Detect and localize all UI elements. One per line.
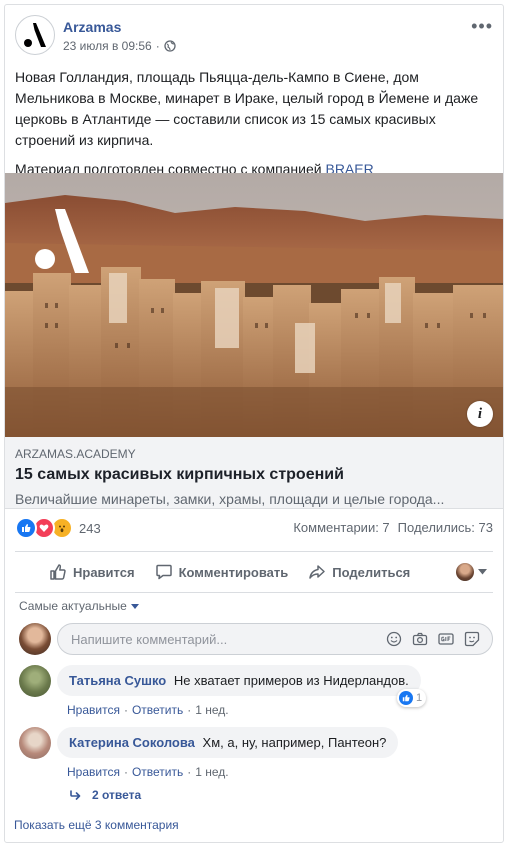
commenter-avatar[interactable]	[19, 727, 51, 759]
comment-text: Не хватает примеров из Нидерландов.	[173, 673, 409, 688]
dot-separator: ·	[123, 703, 128, 717]
comment-time[interactable]: 1 нед.	[195, 765, 228, 779]
post-header: Arzamas 23 июля в 09:56 · •••	[15, 15, 493, 55]
comment-actions: Нравится · Ответить · 1 нед.	[67, 765, 229, 779]
comments-count[interactable]: Комментарии: 7	[293, 520, 389, 535]
link-domain: ARZAMAS.ACADEMY	[15, 447, 136, 461]
city-photo	[5, 173, 503, 437]
comment-sort[interactable]: Самые актуальные	[19, 599, 139, 613]
stats-right: Комментарии: 7 Поделились: 73	[293, 520, 493, 535]
post-meta: 23 июля в 09:56 ·	[63, 39, 176, 53]
post-date[interactable]: 23 июля в 09:56	[63, 39, 152, 53]
link-preview-image[interactable]: i	[5, 173, 503, 437]
comment-like-link[interactable]: Нравится	[67, 703, 120, 717]
globe-icon	[164, 40, 176, 52]
like-button[interactable]: Нравится	[39, 556, 145, 588]
reply-arrow-icon	[70, 790, 81, 800]
audience-selector[interactable]	[456, 563, 487, 581]
reactions-summary[interactable]: 243	[15, 517, 101, 539]
share-label: Поделиться	[332, 564, 411, 580]
more-options-icon[interactable]: •••	[471, 17, 493, 35]
reactions-count: 243	[79, 520, 101, 536]
camera-icon[interactable]	[412, 631, 428, 647]
comment-label: Комментировать	[178, 564, 289, 580]
comment-like-link[interactable]: Нравится	[67, 765, 120, 779]
post-body: Новая Голландия, площадь Пьяцца-дель-Кам…	[15, 69, 479, 148]
dot-separator: ·	[187, 765, 192, 779]
caret-down-icon	[130, 603, 139, 609]
comment-composer: Напишите комментарий...	[19, 623, 493, 657]
comment-author[interactable]: Катерина Соколова	[69, 735, 195, 750]
comment-bubble: Катерина Соколова Хм, а, ну, например, П…	[57, 727, 399, 758]
dot-separator: ·	[187, 703, 192, 717]
comment-placeholder: Напишите комментарий...	[71, 632, 228, 647]
share-arrow-icon	[309, 565, 325, 579]
comment-reply-link[interactable]: Ответить	[132, 703, 183, 717]
emoji-icon[interactable]	[386, 631, 402, 647]
comment-text: Хм, а, ну, например, Пантеон?	[202, 735, 387, 750]
comment-item: Татьяна Сушко Не хватает примеров из Нид…	[19, 665, 493, 717]
post-stats: 243 Комментарии: 7 Поделились: 73	[15, 517, 493, 539]
info-icon[interactable]: i	[467, 401, 493, 427]
share-button[interactable]: Поделиться	[298, 556, 420, 588]
thumbs-up-icon	[50, 564, 66, 580]
gif-icon[interactable]	[438, 631, 454, 647]
comment-time[interactable]: 1 нед.	[195, 703, 228, 717]
arzamas-logo-icon	[24, 23, 46, 47]
link-description: Величайшие минареты, замки, храмы, площа…	[15, 491, 445, 507]
current-user-avatar	[19, 623, 51, 655]
sort-label: Самые актуальные	[19, 599, 127, 613]
link-title[interactable]: 15 самых красивых кирпичных строений	[15, 466, 493, 484]
link-preview[interactable]: ARZAMAS.ACADEMY 15 самых красивых кирпич…	[5, 437, 503, 509]
like-label: Нравится	[73, 564, 135, 580]
action-bar: Нравится Комментировать Поделиться	[15, 551, 493, 593]
comment-author[interactable]: Татьяна Сушко	[69, 673, 166, 688]
show-more-comments-link[interactable]: Показать ещё 3 комментария	[14, 818, 179, 832]
comment-bubble: Татьяна Сушко Не хватает примеров из Нид…	[57, 665, 421, 696]
like-reaction-icon	[399, 691, 413, 705]
page-avatar[interactable]	[15, 15, 55, 55]
view-replies-link[interactable]: 2 ответа	[70, 788, 141, 802]
dot-separator: ·	[155, 39, 160, 53]
comment-actions: Нравится · Ответить · 1 нед.	[67, 703, 229, 717]
shares-count[interactable]: Поделились: 73	[398, 520, 493, 535]
comment-button[interactable]: Комментировать	[145, 556, 299, 588]
composer-icons	[386, 631, 480, 647]
comment-reactions[interactable]: 1	[397, 689, 427, 707]
user-avatar	[456, 563, 474, 581]
caret-down-icon	[478, 569, 487, 575]
post-text: Новая Голландия, площадь Пьяцца-дель-Кам…	[15, 67, 493, 188]
comment-item: Катерина Соколова Хм, а, ну, например, П…	[19, 727, 493, 779]
comment-reaction-count: 1	[416, 692, 423, 704]
replies-label: 2 ответа	[92, 788, 142, 802]
comment-reply-link[interactable]: Ответить	[132, 765, 183, 779]
post-card: Arzamas 23 июля в 09:56 · ••• Новая Голл…	[4, 4, 504, 843]
dot-separator: ·	[123, 765, 128, 779]
like-reaction-icon	[15, 517, 37, 539]
comment-input[interactable]: Напишите комментарий...	[57, 623, 493, 655]
page-name[interactable]: Arzamas	[63, 19, 121, 35]
commenter-avatar[interactable]	[19, 665, 51, 697]
speech-bubble-icon	[155, 564, 172, 580]
sticker-icon[interactable]	[464, 631, 480, 647]
